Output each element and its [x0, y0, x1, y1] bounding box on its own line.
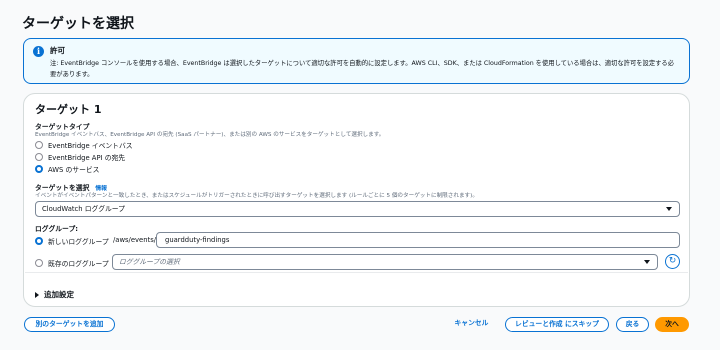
info-text: 注: EventBridge コンソールを使用する場合、EventBridge …: [50, 60, 675, 78]
radio-label: 新しいロググループ: [48, 238, 109, 246]
target-type-description: EventBridge イベントバス、EventBridge API の宛先 (…: [35, 132, 385, 138]
caret-right-icon: [35, 291, 39, 298]
radio-button-checked[interactable]: [35, 165, 43, 173]
skip-to-review-button[interactable]: レビューと作成 にスキップ: [505, 317, 609, 332]
radio-existing-log-group[interactable]: 既存のロググループ: [35, 258, 109, 268]
radio-button-checked[interactable]: [35, 237, 43, 245]
radio-new-log-group[interactable]: 新しいロググループ: [35, 236, 109, 246]
info-title: 許可: [50, 46, 65, 55]
existing-log-group-select[interactable]: ロググループの選択: [112, 254, 658, 270]
caret-down-icon: [644, 260, 650, 264]
divider: [25, 272, 688, 273]
log-group-name-input[interactable]: guardduty-findings: [156, 232, 680, 248]
radio-aws-service[interactable]: AWS のサービス: [35, 164, 99, 174]
back-button[interactable]: 戻る: [616, 317, 649, 332]
existing-log-group-placeholder: ロググループの選択: [119, 258, 180, 266]
radio-button[interactable]: [35, 141, 43, 149]
add-target-button[interactable]: 別のターゲットを追加: [24, 317, 115, 332]
permission-info-alert: i 許可 注: EventBridge コンソールを使用する場合、EventBr…: [23, 38, 690, 84]
additional-settings-label: 追加設定: [44, 290, 74, 299]
target-card: ターゲット 1 ターゲットタイプ EventBridge イベントバス、Even…: [23, 93, 690, 307]
select-target-description: イベントがイベントパターンと一致したとき、またはスケジュールがトリガーされたとき…: [35, 193, 478, 199]
radio-label: EventBridge API の宛先: [48, 154, 126, 162]
info-icon: i: [33, 46, 44, 57]
additional-settings-expander[interactable]: 追加設定: [35, 289, 74, 300]
caret-down-icon: [666, 207, 672, 211]
target-title: ターゲット 1: [35, 103, 102, 116]
radio-button[interactable]: [35, 153, 43, 161]
radio-label: EventBridge イベントバス: [48, 142, 133, 150]
radio-label: AWS のサービス: [48, 166, 100, 174]
log-group-label: ロググループ:: [35, 225, 78, 233]
refresh-icon[interactable]: ↻: [665, 254, 680, 269]
radio-button[interactable]: [35, 259, 43, 267]
target-select-dropdown[interactable]: CloudWatch ロググループ: [35, 201, 680, 217]
radio-label: 既存のロググループ: [48, 260, 109, 268]
cancel-button[interactable]: キャンセル: [449, 317, 494, 332]
next-button[interactable]: 次へ: [655, 317, 689, 332]
page-title: ターゲットを選択: [22, 16, 134, 32]
log-group-prefix: /aws/events/: [113, 236, 157, 244]
radio-eventbridge-bus[interactable]: EventBridge イベントバス: [35, 140, 133, 150]
radio-eventbridge-api[interactable]: EventBridge API の宛先: [35, 152, 125, 162]
target-select-value: CloudWatch ロググループ: [42, 205, 125, 213]
